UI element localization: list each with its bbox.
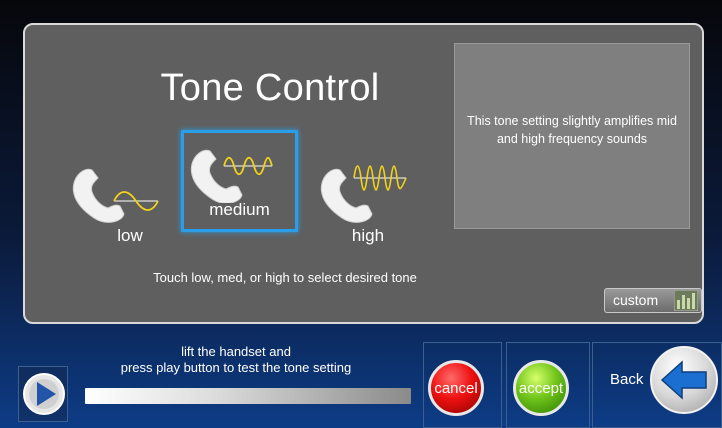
tone-control-panel: Tone Control low medium high Touch low, … <box>23 23 704 324</box>
handset-high-wave-icon <box>320 165 407 223</box>
test-instruction-line1: lift the handset and <box>181 344 291 359</box>
test-progress-bar <box>85 388 411 404</box>
play-button-frame <box>18 366 68 422</box>
back-button-label: Back <box>610 371 644 388</box>
tone-label-low: low <box>117 226 143 245</box>
tone-label-medium: medium <box>209 200 270 219</box>
tone-option-low[interactable]: low <box>70 156 190 256</box>
play-button[interactable] <box>22 372 66 416</box>
back-button[interactable] <box>650 346 718 414</box>
tone-description: This tone setting slightly amplifies mid… <box>467 114 677 146</box>
custom-button[interactable]: custom <box>604 288 702 313</box>
cancel-button-label: cancel <box>434 379 478 397</box>
tone-label-high: high <box>351 226 385 245</box>
cancel-button[interactable]: cancel <box>428 360 484 416</box>
handset-medium-wave-icon <box>190 149 273 203</box>
tone-option-high[interactable]: high <box>308 156 428 256</box>
left-arrow-icon <box>660 360 707 400</box>
accept-button-label: accept <box>518 379 564 397</box>
equalizer-icon <box>674 290 698 311</box>
test-instruction-line2: press play button to test the tone setti… <box>120 360 352 375</box>
tone-instruction: Touch low, med, or high to select desire… <box>153 270 417 285</box>
accept-button[interactable]: accept <box>513 360 569 416</box>
test-instruction: lift the handset and press play button t… <box>86 344 386 376</box>
description-box: This tone setting slightly amplifies mid… <box>454 43 690 229</box>
custom-button-label: custom <box>613 292 659 308</box>
page-title: Tone Control <box>160 67 380 109</box>
handset-low-wave-icon <box>72 168 159 223</box>
tone-option-medium[interactable]: medium <box>181 130 298 232</box>
